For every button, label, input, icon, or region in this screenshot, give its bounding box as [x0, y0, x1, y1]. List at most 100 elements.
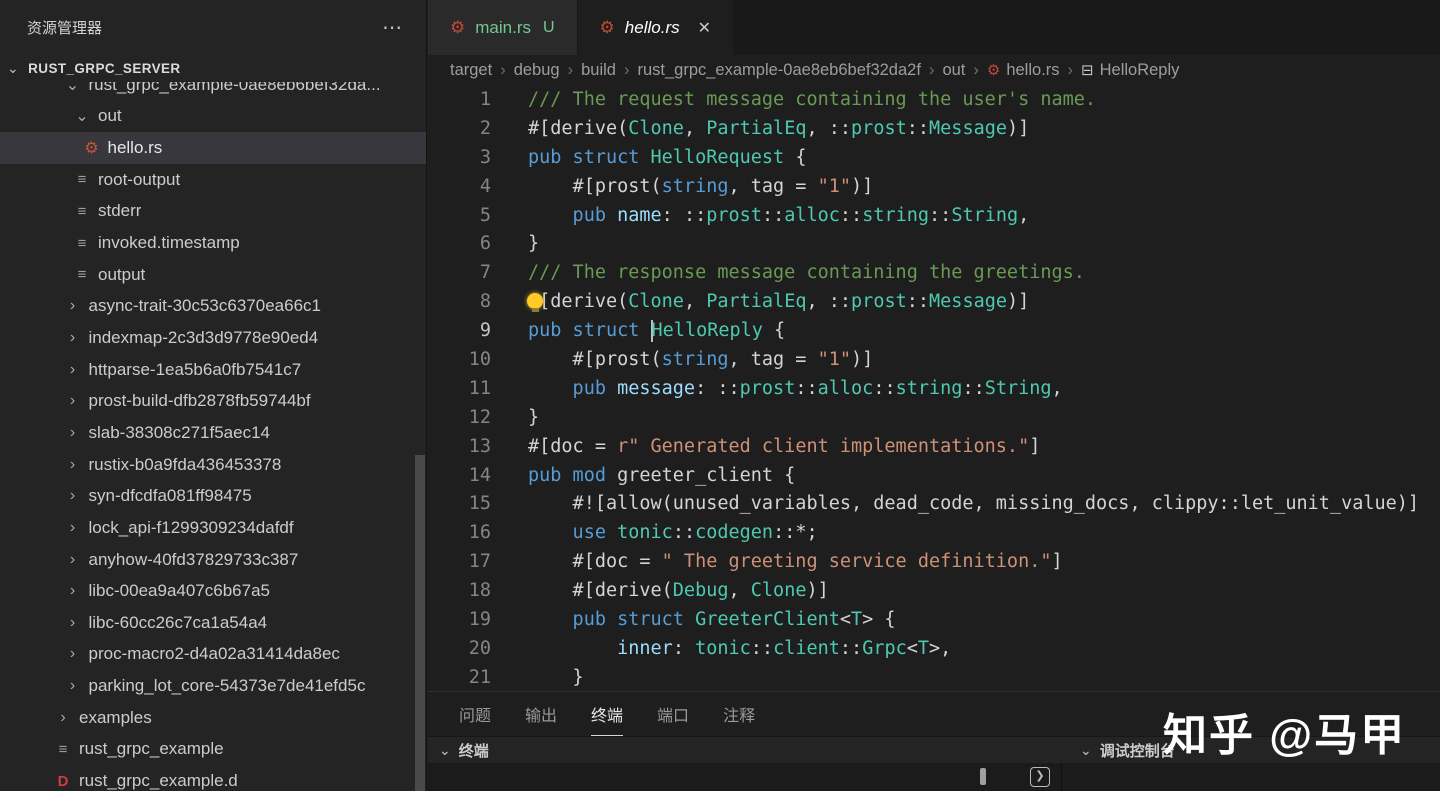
tree-item[interactable]: › parking_lot_core-54373e7de41efd5c — [0, 670, 426, 702]
tree-item[interactable]: › async-trait-30c53c6370ea66c1 — [0, 291, 426, 323]
code-line[interactable]: pub name: ::prost::alloc::string::String… — [528, 205, 1030, 226]
line-number[interactable]: 8 — [428, 291, 491, 312]
line-number[interactable]: 10 — [428, 349, 491, 370]
panel-tab-output[interactable]: 输出 — [525, 692, 557, 736]
breadcrumb-item[interactable]: debug — [514, 61, 560, 80]
tree-item[interactable]: Drust_grpc_example.d — [0, 765, 426, 791]
line-number[interactable]: 16 — [428, 522, 491, 543]
code-line[interactable]: #[prost(string, tag = "1")] — [528, 349, 874, 370]
line-number[interactable]: 12 — [428, 407, 491, 428]
breadcrumb-item[interactable]: rust_grpc_example-0ae8eb6bef32da2f — [637, 61, 920, 80]
chevron-right-icon[interactable]: › — [62, 645, 84, 663]
tree-item[interactable]: › prost-build-dfb2878fb59744bf — [0, 386, 426, 418]
code-line[interactable]: #[prost(string, tag = "1")] — [528, 176, 874, 197]
code-editor[interactable]: 1 /// The request message containing the … — [428, 85, 1440, 691]
code-line[interactable]: pub struct HelloReply { — [528, 319, 785, 342]
chevron-right-icon[interactable]: › — [52, 709, 74, 727]
sidebar-scrollbar[interactable] — [415, 455, 425, 791]
panel-tab-terminal[interactable]: 终端 — [591, 692, 624, 736]
panel-tab-comments[interactable]: 注释 — [723, 692, 755, 736]
editor-tab-hello-rs[interactable]: ⚙ hello.rs ✕ — [577, 0, 735, 55]
line-number[interactable]: 2 — [428, 118, 491, 139]
tree-item[interactable]: ≡ root-output — [0, 164, 426, 196]
code-line[interactable]: pub mod greeter_client { — [528, 465, 795, 486]
code-line[interactable]: #[derive(Clone, PartialEq, ::prost::Mess… — [528, 118, 1029, 139]
code-line[interactable]: pub message: ::prost::alloc::string::Str… — [528, 378, 1063, 399]
chevron-right-icon[interactable]: › — [62, 361, 84, 379]
chevron-right-icon[interactable]: › — [62, 424, 84, 442]
code-line[interactable]: #[derive(Debug, Clone)] — [528, 580, 829, 601]
code-line[interactable]: #[doc = r" Generated client implementati… — [528, 436, 1040, 457]
panel-split-sash[interactable] — [1061, 763, 1062, 791]
tree-item[interactable]: › anyhow-40fd37829733c387 — [0, 544, 426, 576]
breadcrumb-item[interactable]: out — [942, 61, 965, 80]
workspace-section-header[interactable]: ⌄ RUST_GRPC_SERVER — [0, 55, 426, 82]
tree-item[interactable]: › proc-macro2-d4a02a31414da8ec — [0, 639, 426, 671]
code-line[interactable]: #[doc = " The greeting service definitio… — [528, 551, 1063, 572]
line-number[interactable]: 19 — [428, 609, 491, 630]
line-number[interactable]: 5 — [428, 205, 491, 226]
tree-item[interactable]: › indexmap-2c3d3d9778e90ed4 — [0, 322, 426, 354]
line-number[interactable]: 6 — [428, 233, 491, 254]
code-line[interactable]: } — [528, 233, 539, 254]
chevron-right-icon[interactable]: › — [62, 329, 84, 347]
chevron-right-icon[interactable]: › — [62, 519, 84, 537]
line-number[interactable]: 15 — [428, 493, 491, 514]
chevron-right-icon[interactable]: › — [62, 487, 84, 505]
line-number[interactable]: 18 — [428, 580, 491, 601]
terminal-section-header[interactable]: ⌄ 终端 — [428, 740, 489, 761]
tree-item[interactable]: › httparse-1ea5b6a0fb7541c7 — [0, 354, 426, 386]
chevron-right-icon[interactable]: › — [62, 614, 84, 632]
tree-item[interactable]: ≡ invoked.timestamp — [0, 227, 426, 259]
tree-item[interactable]: › libc-00ea9a407c6b67a5 — [0, 575, 426, 607]
line-number[interactable]: 3 — [428, 147, 491, 168]
line-number[interactable]: 9 — [428, 320, 491, 341]
line-number[interactable]: 1 — [428, 89, 491, 110]
panel-tab-problems[interactable]: 问题 — [459, 692, 491, 736]
line-number[interactable]: 13 — [428, 436, 491, 457]
line-number[interactable]: 7 — [428, 262, 491, 283]
code-line[interactable]: #[derive(Clone, PartialEq, ::prost::Mess… — [528, 291, 1029, 312]
tree-item[interactable]: › slab-38308c271f5aec14 — [0, 417, 426, 449]
code-line[interactable]: pub struct GreeterClient<T> { — [528, 609, 896, 630]
breadcrumb-item[interactable]: ⊟ HelloReply — [1081, 61, 1179, 80]
code-line[interactable]: inner: tonic::client::Grpc<T>, — [528, 638, 951, 659]
tree-item[interactable]: › lock_api-f1299309234dafdf — [0, 512, 426, 544]
terminal-scrollbar[interactable] — [980, 768, 986, 785]
tree-item[interactable]: ≡ output — [0, 259, 426, 291]
chevron-right-icon[interactable]: › — [62, 456, 84, 474]
breadcrumb-item[interactable]: build — [581, 61, 616, 80]
chevron-right-icon[interactable]: › — [62, 392, 84, 410]
terminal-panel-icon[interactable]: ❯ — [1030, 767, 1050, 787]
code-line[interactable]: use tonic::codegen::*; — [528, 522, 818, 543]
tree-item[interactable]: › syn-dfcdfa081ff98475 — [0, 480, 426, 512]
chevron-down-icon[interactable]: ⌄ — [71, 106, 93, 126]
code-line[interactable]: } — [528, 407, 539, 428]
line-number[interactable]: 20 — [428, 638, 491, 659]
code-line[interactable]: /// The response message containing the … — [528, 262, 1085, 283]
tree-item[interactable]: › rustix-b0a9fda436453378 — [0, 449, 426, 481]
tree-item[interactable]: ⌄ out — [0, 101, 426, 133]
code-line[interactable]: /// The request message containing the u… — [528, 89, 1096, 110]
chevron-right-icon[interactable]: › — [62, 551, 84, 569]
editor-tab-main-rs[interactable]: ⚙ main.rs U — [428, 0, 578, 55]
breadcrumb-item[interactable]: ⚙ hello.rs — [987, 61, 1060, 80]
line-number[interactable]: 17 — [428, 551, 491, 572]
panel-tab-ports[interactable]: 端口 — [657, 692, 689, 736]
tree-item[interactable]: › libc-60cc26c7ca1a54a4 — [0, 607, 426, 639]
more-actions-icon[interactable]: ⋯ — [382, 15, 404, 40]
chevron-right-icon[interactable]: › — [62, 582, 84, 600]
tree-item[interactable]: ≡ stderr — [0, 196, 426, 228]
tree-item[interactable]: ⚙ hello.rs — [0, 132, 426, 164]
line-number[interactable]: 4 — [428, 176, 491, 197]
breadcrumb-item[interactable]: target — [450, 61, 492, 80]
tree-item[interactable]: › examples — [0, 702, 426, 734]
line-number[interactable]: 14 — [428, 465, 491, 486]
chevron-right-icon[interactable]: › — [62, 297, 84, 315]
close-icon[interactable]: ✕ — [698, 18, 711, 38]
code-line[interactable]: } — [528, 667, 584, 688]
terminal-content[interactable]: ❯ — [428, 763, 1440, 791]
tree-item[interactable]: ≡ rust_grpc_example — [0, 734, 426, 766]
code-line[interactable]: pub struct HelloRequest { — [528, 147, 806, 168]
chevron-right-icon[interactable]: › — [62, 677, 84, 695]
